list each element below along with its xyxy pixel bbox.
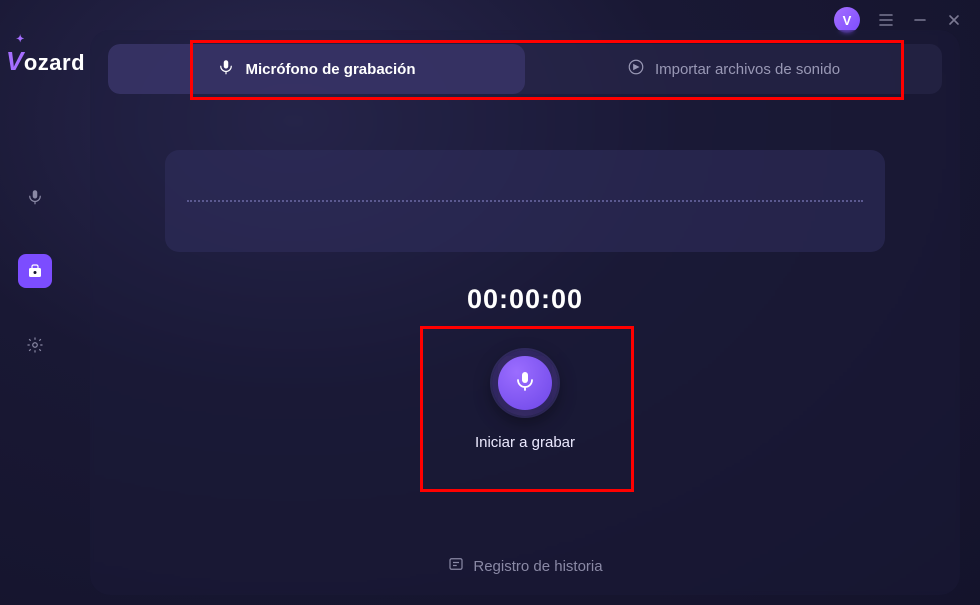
tab-import-label: Importar archivos de sonido bbox=[655, 61, 840, 78]
record-area: Iniciar a grabar bbox=[90, 350, 960, 451]
sidebar-item-record[interactable] bbox=[18, 254, 52, 288]
close-icon[interactable] bbox=[946, 12, 962, 28]
tab-record-label: Micrófono de grabación bbox=[245, 61, 415, 78]
import-icon bbox=[627, 58, 645, 80]
minimize-icon[interactable] bbox=[912, 12, 928, 28]
tab-import-audio[interactable]: Importar archivos de sonido bbox=[525, 44, 942, 94]
app-logo: ✦ Vozard bbox=[6, 46, 85, 77]
recording-timer: 00:00:00 bbox=[90, 284, 960, 315]
record-button[interactable] bbox=[492, 350, 558, 416]
mic-icon bbox=[217, 58, 235, 80]
main-panel: Micrófono de grabación Importar archivos… bbox=[90, 30, 960, 595]
sidebar bbox=[0, 180, 70, 362]
menu-icon[interactable] bbox=[878, 12, 894, 28]
tab-record-mic[interactable]: Micrófono de grabación bbox=[108, 44, 525, 94]
waveform-placeholder bbox=[187, 200, 863, 202]
sidebar-item-mic[interactable] bbox=[18, 180, 52, 214]
sidebar-item-settings[interactable] bbox=[18, 328, 52, 362]
history-icon bbox=[447, 555, 465, 577]
record-button-label: Iniciar a grabar bbox=[475, 434, 575, 451]
waveform-area bbox=[165, 150, 885, 252]
history-label: Registro de historia bbox=[473, 558, 602, 575]
history-link[interactable]: Registro de historia bbox=[90, 555, 960, 577]
mode-tabs: Micrófono de grabación Importar archivos… bbox=[108, 44, 942, 94]
mic-icon bbox=[513, 369, 537, 398]
